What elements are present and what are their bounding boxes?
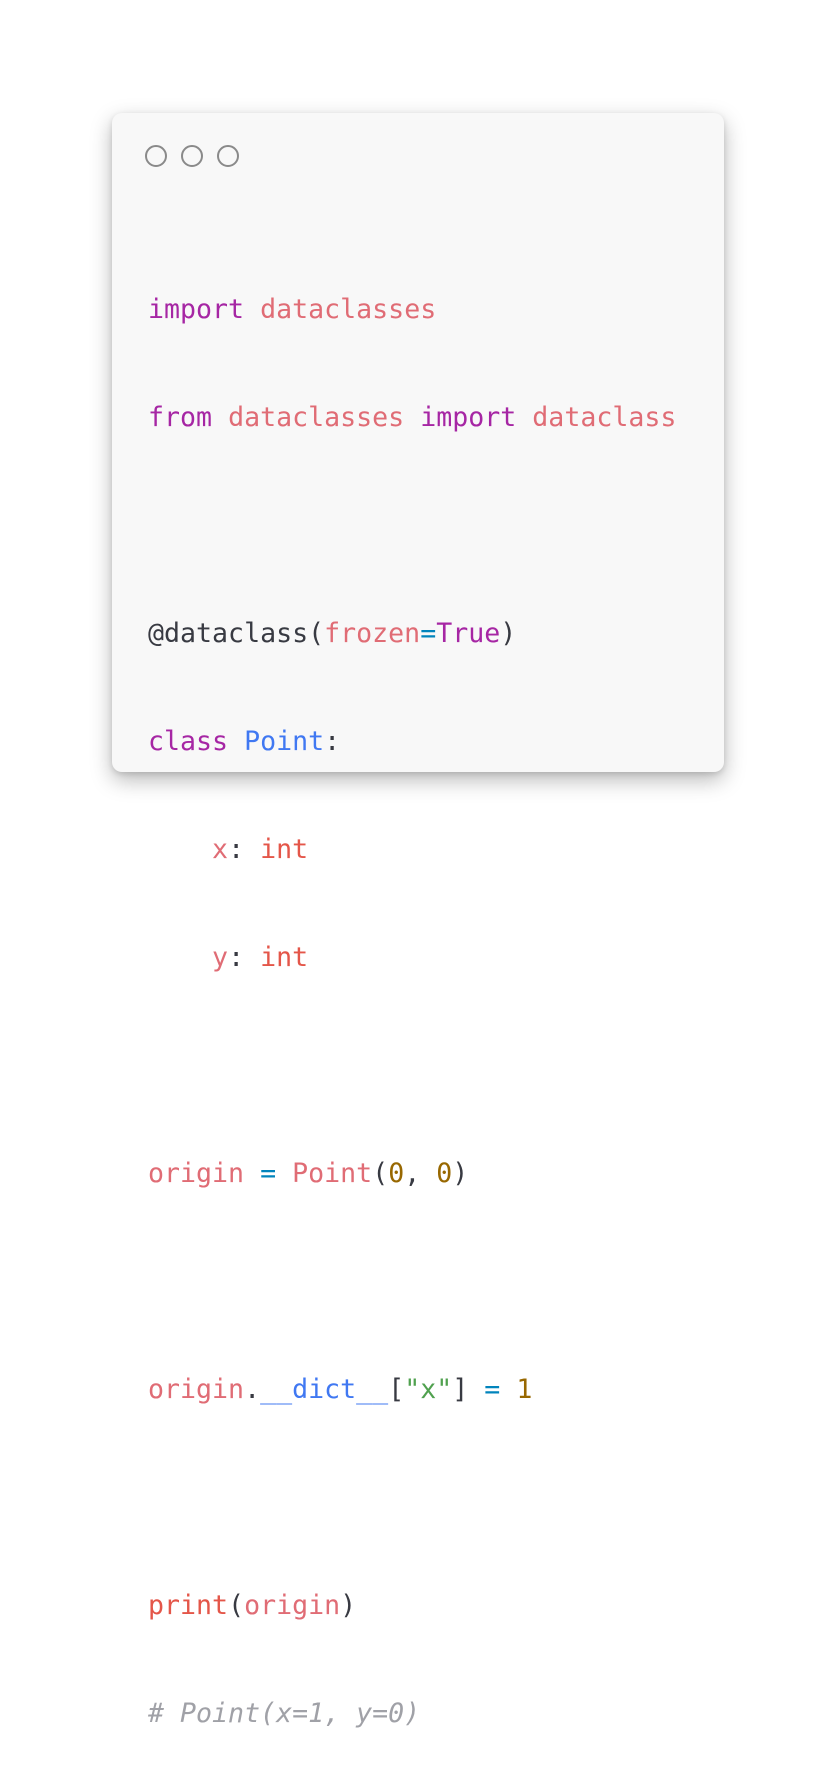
comma: , xyxy=(404,1158,437,1189)
module-name: dataclass xyxy=(532,402,677,433)
variable: origin xyxy=(148,1374,245,1405)
variable: origin xyxy=(148,1158,245,1189)
comment: # Point(x=1, y=0) xyxy=(148,1698,421,1729)
code-line-6: x: int xyxy=(148,832,676,868)
string-literal: "x" xyxy=(404,1374,453,1405)
colon: : xyxy=(324,726,341,757)
colon: : xyxy=(228,834,261,865)
code-window: import dataclasses from dataclasses impo… xyxy=(112,113,724,1729)
field-name: x xyxy=(212,834,229,865)
keyword: import xyxy=(148,294,245,325)
variable: origin xyxy=(244,1590,341,1621)
type-name: int xyxy=(260,942,309,973)
keyword: class xyxy=(148,726,229,757)
colon: : xyxy=(228,942,261,973)
code-line-9: origin = Point(0, 0) xyxy=(148,1156,676,1192)
number-literal: 0 xyxy=(388,1158,405,1189)
code-line-11: origin.__dict__["x"] = 1 xyxy=(148,1372,676,1408)
maximize-button[interactable] xyxy=(217,145,239,167)
operator: = xyxy=(420,618,437,649)
code-line-7: y: int xyxy=(148,940,676,976)
code-line-2: from dataclasses import dataclass xyxy=(148,400,676,436)
attribute: __dict__ xyxy=(260,1374,389,1405)
operator: = xyxy=(244,1158,293,1189)
paren: ) xyxy=(500,618,517,649)
boolean-literal: True xyxy=(436,618,501,649)
minimize-button[interactable] xyxy=(181,145,203,167)
bracket: [ xyxy=(388,1374,405,1405)
operator: = xyxy=(468,1374,517,1405)
number-literal: 1 xyxy=(516,1374,533,1405)
bracket: ] xyxy=(452,1374,469,1405)
paren: ) xyxy=(340,1590,357,1621)
dot: . xyxy=(244,1374,261,1405)
keyword: from xyxy=(148,402,213,433)
keyword: import xyxy=(420,402,517,433)
code-block: import dataclasses from dataclasses impo… xyxy=(148,220,676,1768)
paren: ) xyxy=(452,1158,469,1189)
function-name: print xyxy=(148,1590,229,1621)
parameter: frozen xyxy=(324,618,421,649)
decorator: @dataclass xyxy=(148,618,309,649)
constructor-call: Point xyxy=(292,1158,373,1189)
paren: ( xyxy=(372,1158,389,1189)
close-button[interactable] xyxy=(145,145,167,167)
type-name: int xyxy=(260,834,309,865)
number-literal: 0 xyxy=(436,1158,453,1189)
window-controls xyxy=(145,145,239,167)
code-line-14: # Point(x=1, y=0) xyxy=(148,1696,676,1732)
class-name: Point xyxy=(244,726,325,757)
paren: ( xyxy=(308,618,325,649)
module-name: dataclasses xyxy=(260,294,437,325)
code-line-4: @dataclass(frozen=True) xyxy=(148,616,676,652)
code-line-13: print(origin) xyxy=(148,1588,676,1624)
field-name: y xyxy=(212,942,229,973)
code-line-1: import dataclasses xyxy=(148,292,676,328)
paren: ( xyxy=(228,1590,245,1621)
code-line-5: class Point: xyxy=(148,724,676,760)
module-name: dataclasses xyxy=(228,402,405,433)
